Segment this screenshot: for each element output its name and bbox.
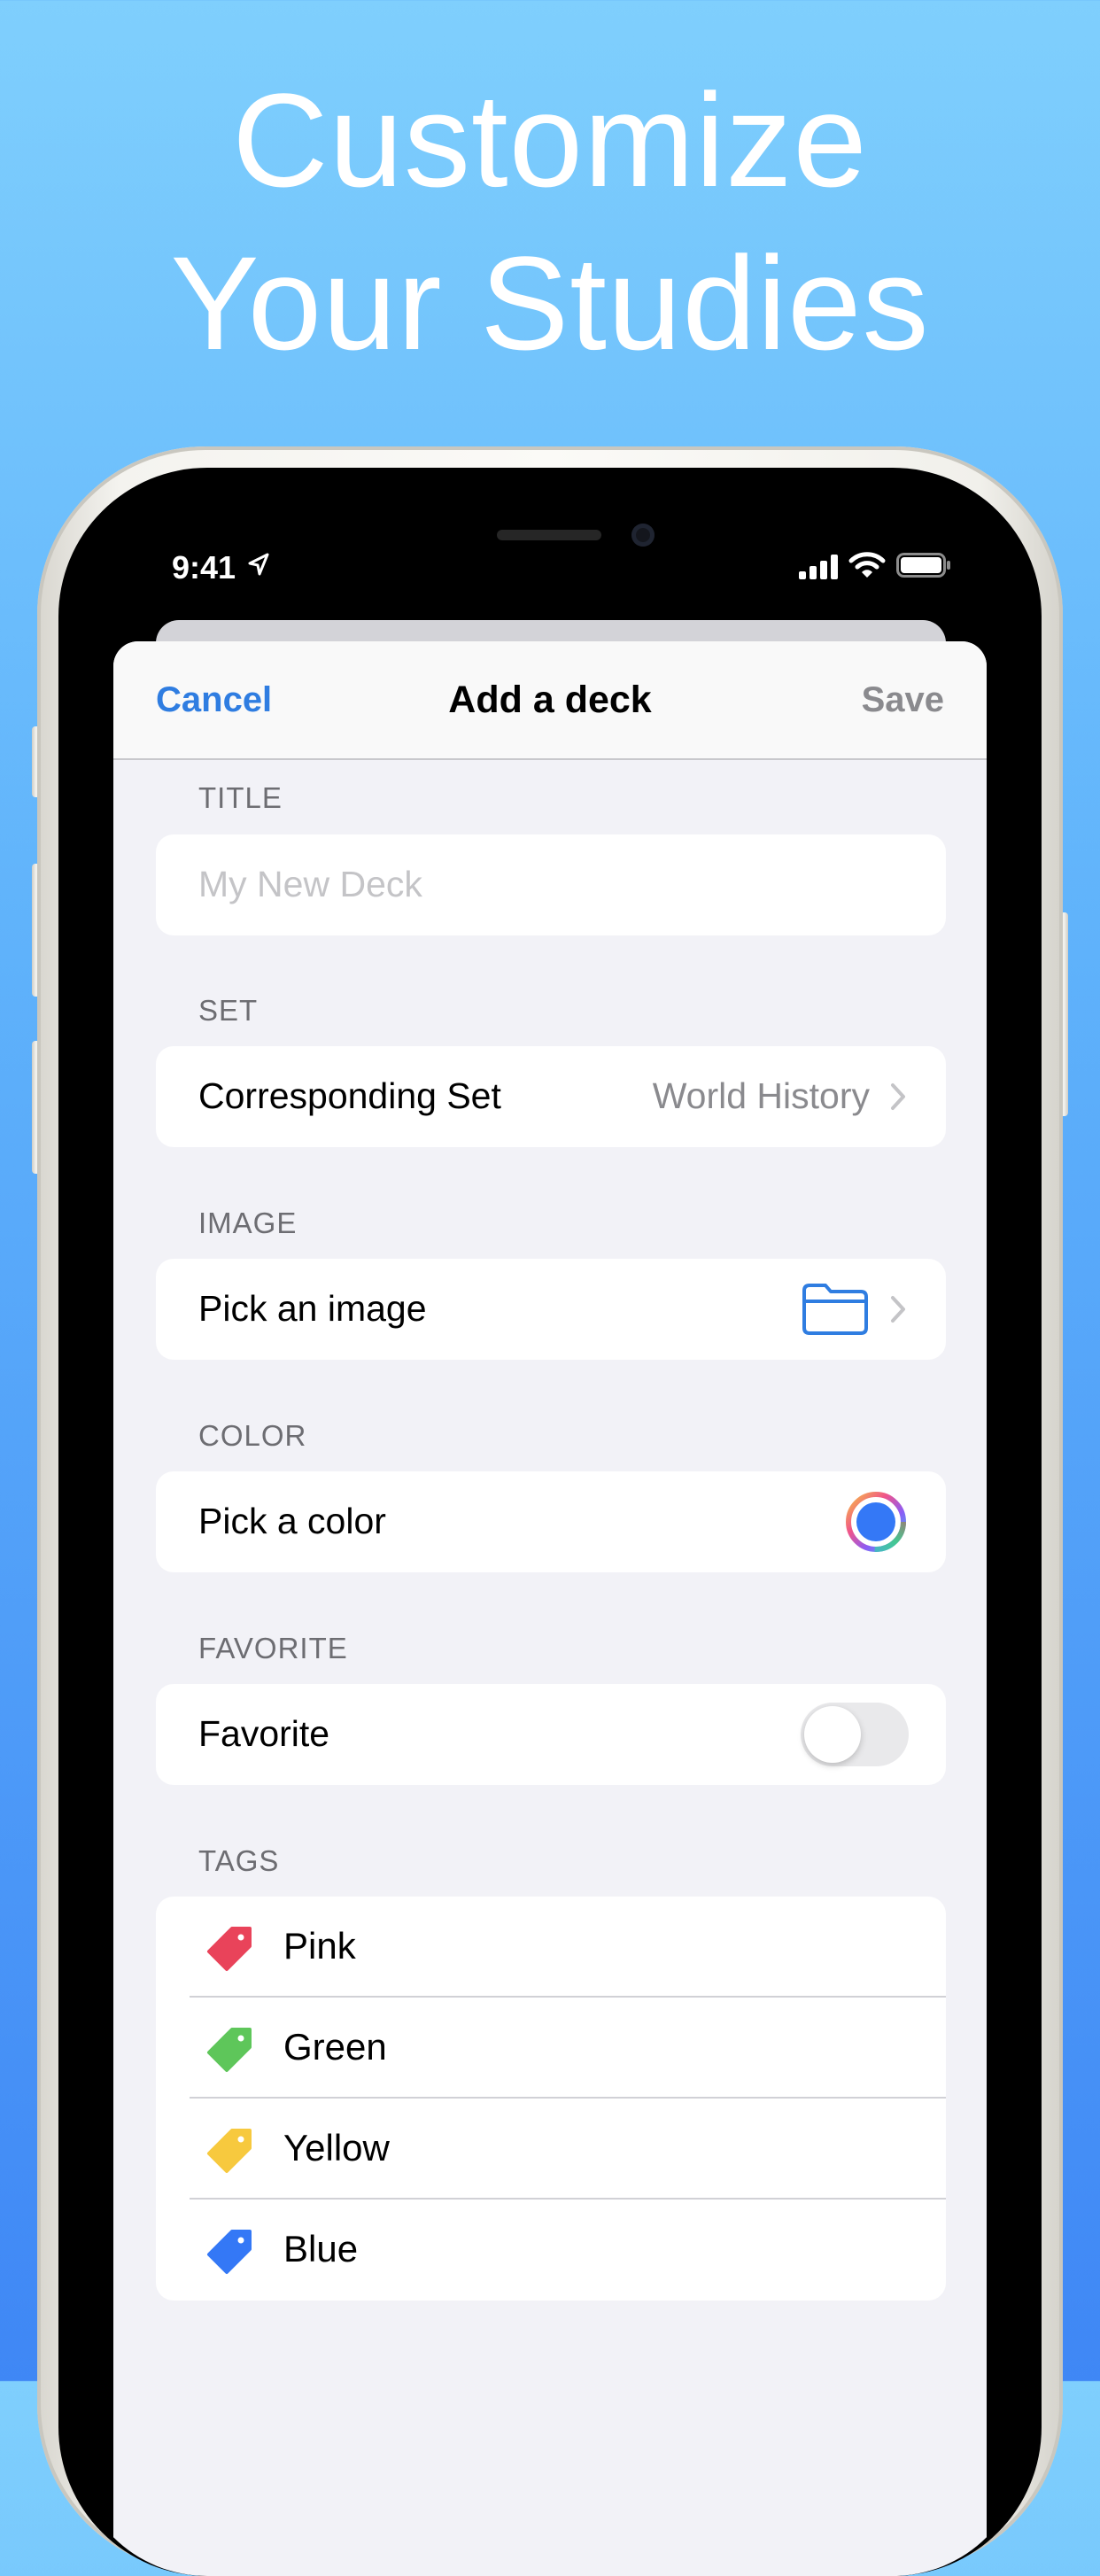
section-label-color: COLOR xyxy=(198,1419,307,1452)
tag-row-pink[interactable]: Pink xyxy=(156,1897,946,1998)
tag-icon xyxy=(207,2230,252,2274)
chevron-right-icon xyxy=(891,1083,905,1110)
tag-label: Blue xyxy=(283,2228,359,2270)
speaker-grille xyxy=(497,530,601,540)
sheet-title: Add a deck xyxy=(448,679,652,721)
favorite-toggle[interactable] xyxy=(801,1703,909,1766)
add-deck-sheet: Cancel Add a deck Save TITLE My New Deck… xyxy=(113,641,987,2576)
corresponding-set-value: World History xyxy=(652,1075,870,1116)
front-camera xyxy=(631,524,655,547)
tag-row-blue[interactable]: Blue xyxy=(156,2200,946,2301)
favorite-row: Favorite xyxy=(156,1684,946,1785)
section-label-title: TITLE xyxy=(198,781,283,814)
color-picker-wheel-icon[interactable] xyxy=(845,1491,907,1553)
favorite-label: Favorite xyxy=(198,1713,330,1754)
section-label-set: SET xyxy=(198,994,259,1027)
pick-color-label: Pick a color xyxy=(198,1501,386,1541)
cellular-signal-icon xyxy=(799,555,838,579)
tag-icon xyxy=(207,2129,252,2173)
location-arrow-icon xyxy=(248,553,269,576)
pick-color-row[interactable]: Pick a color xyxy=(156,1471,946,1572)
headline-line-1: Customize xyxy=(232,66,868,214)
wifi-icon xyxy=(848,552,886,578)
status-time: 9:41 xyxy=(172,549,236,586)
tags-list: Pink Green Yellow Blue xyxy=(156,1897,946,2301)
tag-icon xyxy=(207,1927,252,1971)
tag-label: Green xyxy=(283,2026,387,2068)
navigation-bar: Cancel Add a deck Save xyxy=(113,641,987,760)
section-label-favorite: FAVORITE xyxy=(198,1632,348,1664)
pick-image-label: Pick an image xyxy=(198,1288,427,1329)
pick-image-row[interactable]: Pick an image xyxy=(156,1259,946,1360)
title-input-card[interactable]: My New Deck xyxy=(156,834,946,935)
tag-row-yellow[interactable]: Yellow xyxy=(156,2099,946,2200)
toggle-knob xyxy=(804,1706,861,1763)
section-label-tags: TAGS xyxy=(198,1844,280,1877)
save-button[interactable]: Save xyxy=(862,680,944,720)
tag-label: Pink xyxy=(283,1925,356,1967)
tag-label: Yellow xyxy=(283,2127,390,2169)
battery-icon xyxy=(896,553,950,578)
corresponding-set-label: Corresponding Set xyxy=(198,1075,501,1116)
folder-icon xyxy=(802,1284,868,1335)
tag-icon xyxy=(207,2028,252,2072)
section-label-image: IMAGE xyxy=(198,1207,298,1239)
tag-row-green[interactable]: Green xyxy=(156,1998,946,2099)
chevron-right-icon xyxy=(891,1296,905,1323)
title-input[interactable]: My New Deck xyxy=(198,864,422,905)
phone-screen: 9:41 Cancel Add a deck Save TITLE My New… xyxy=(74,485,1026,2576)
headline-line-2: Your Studies xyxy=(170,229,930,377)
corresponding-set-row[interactable]: Corresponding Set World History xyxy=(156,1046,946,1147)
